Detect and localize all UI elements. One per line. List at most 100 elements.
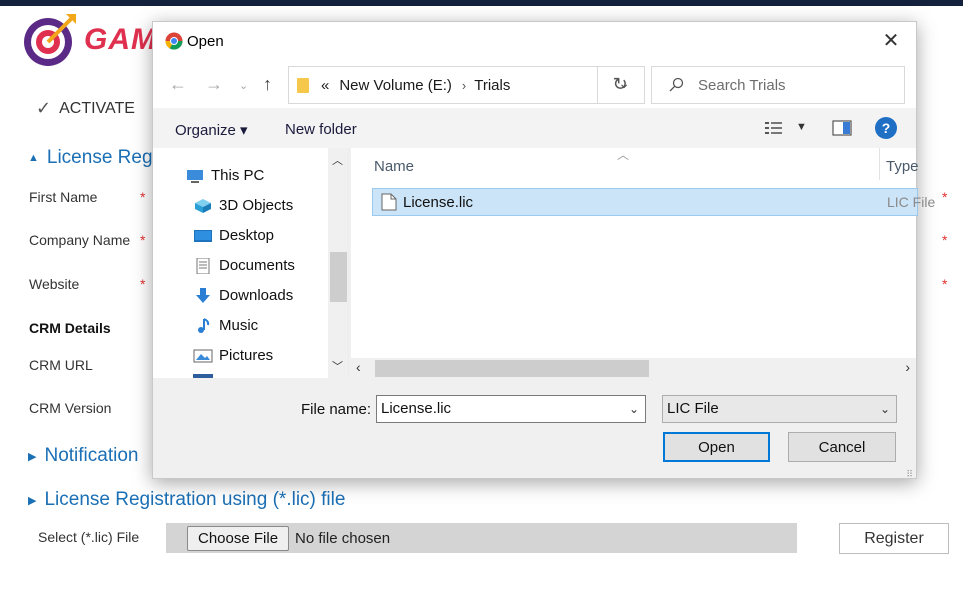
crm-details-heading: CRM Details [29,320,111,336]
company-name-label: Company Name [29,232,131,248]
recent-locations-chevron-icon[interactable]: ⌄ [239,79,248,92]
crm-version-label: CRM Version [29,400,112,416]
help-icon[interactable]: ? [875,117,897,139]
required-mark-right-2: * [942,232,948,248]
breadcrumb-new-volume[interactable]: New Volume (E:) [339,77,452,94]
nav-item-label: Documents [219,257,295,274]
preview-pane-icon[interactable] [832,120,852,136]
dialog-toolbar: Organize ▾ New folder ▼ ? [153,108,916,148]
section-license-registration-label: License Regis [46,147,167,168]
address-overflow[interactable]: « [321,77,329,94]
download-icon [196,287,210,303]
file-type-value: LIC File [667,400,719,417]
nav-item-label: Desktop [219,227,275,244]
column-header-type[interactable]: Type [886,158,919,175]
dialog-title-bar[interactable]: Open ✕ [153,22,916,62]
file-list-pane: ︿ Name Type License.lic LIC File [351,148,935,378]
register-button[interactable]: Register [839,523,949,554]
column-header-name[interactable]: Name [374,158,414,175]
file-type-select[interactable]: LIC File ⌄ [662,395,897,423]
first-name-label: First Name [29,189,98,205]
file-type-dropdown-chevron-icon: ⌄ [879,402,890,416]
file-type: LIC File [887,194,936,210]
horizontal-scrollbar-thumb[interactable] [375,360,649,377]
new-folder-button[interactable]: New folder [285,121,357,138]
section-license-file-label: License Registration using (*.lic) file [44,489,346,510]
desktop-icon [194,229,212,242]
forward-arrow-icon[interactable]: → [205,74,223,95]
open-button[interactable]: Open [663,432,770,462]
expand-triangle-icon: ▶ [28,450,37,463]
nav-item-documents[interactable]: Documents [193,257,295,274]
close-button[interactable]: ✕ [878,30,904,54]
column-divider[interactable] [879,148,880,180]
choose-file-button[interactable]: Choose File [187,525,290,551]
nav-item-pictures[interactable]: Pictures [193,347,273,364]
nav-item-3d-objects[interactable]: 3D Objects [193,197,293,214]
first-name-required-mark: * [140,189,146,205]
file-name-value: License.lic [381,400,452,417]
nav-item-music[interactable]: Music [193,317,258,334]
top-bar [0,0,963,6]
file-row[interactable]: License.lic LIC File [372,188,935,216]
checkmark-icon: ✓ [36,98,52,118]
section-license-file[interactable]: ▶ License Registration using (*.lic) fil… [28,489,345,511]
target-logo-icon [24,14,76,66]
file-list-horizontal-scrollbar[interactable]: ‹ › [351,358,916,378]
company-name-required-mark: * [140,232,146,248]
cancel-button[interactable]: Cancel [788,432,896,462]
scroll-right-arrow-icon[interactable]: › [905,359,910,375]
resize-grip-icon[interactable]: ⠿ [906,470,914,479]
website-label: Website [29,276,80,292]
chrome-icon [165,32,183,50]
refresh-icon: ↻ [612,74,628,94]
partially-hidden-nav-icon [193,374,213,378]
collapse-triangle-icon: ▲ [28,152,39,164]
nav-item-desktop[interactable]: Desktop [193,227,274,244]
section-notification[interactable]: ▶ Notification [28,445,138,467]
section-license-registration[interactable]: ▲ License Regis [28,147,166,169]
required-mark-right-1: * [942,189,948,205]
open-file-dialog: Open ✕ ← → ⌄ ↑ « New Volume (E:) › Trial… [152,21,935,479]
nav-item-this-pc[interactable]: This PC [185,167,264,184]
dialog-title: Open [187,33,224,50]
view-options-icon[interactable] [764,120,784,136]
up-arrow-icon[interactable]: ↑ [263,74,272,95]
nav-item-label: Pictures [219,347,274,364]
nav-item-label: Music [219,317,259,334]
activate-label: ACTIVATE [59,99,135,117]
expand-triangle-icon: ▶ [28,494,37,507]
breadcrumb-separator: › [461,77,467,93]
file-name-label: File name: [301,401,372,418]
lic-file-input[interactable]: Choose File No file chosen [166,523,797,553]
sort-indicator-icon: ︿ [617,148,630,162]
music-icon [198,317,210,333]
refresh-button[interactable]: ↻ [597,66,642,104]
scroll-left-arrow-icon[interactable]: ‹ [356,359,361,375]
address-bar[interactable]: « New Volume (E:) › Trials ⌄ [288,66,645,104]
activate-tab[interactable]: ✓ ACTIVATE [36,98,135,119]
file-name-input[interactable]: License.lic ⌄ [376,395,646,423]
navigation-pane: This PC 3D Objects Desktop Documents Dow… [153,148,349,378]
no-file-chosen-text: No file chosen [295,529,391,547]
crm-url-label: CRM URL [29,357,93,373]
cube-icon [195,198,211,213]
pictures-icon [193,349,213,362]
file-name-dropdown-chevron-icon[interactable]: ⌄ [629,396,639,422]
nav-item-label: Downloads [219,287,294,304]
breadcrumb-trials[interactable]: Trials [474,77,510,94]
address-row: ← → ⌄ ↑ « New Volume (E:) › Trials ⌄ ↻ S… [153,62,916,108]
scroll-up-arrow-icon[interactable]: ︿ [332,152,343,168]
scrollbar-thumb[interactable] [330,252,347,302]
folder-icon [297,77,309,93]
navigation-pane-scrollbar[interactable]: ︿ ﹀ [328,148,348,378]
search-input[interactable]: Search Trials [651,66,905,104]
logo: GAM [22,12,157,68]
scroll-down-arrow-icon[interactable]: ﹀ [332,358,343,374]
organize-menu[interactable]: Organize ▾ [175,121,248,139]
nav-item-label: 3D Objects [219,197,294,214]
view-options-caret-icon[interactable]: ▼ [796,121,807,133]
nav-item-downloads[interactable]: Downloads [193,287,293,304]
select-lic-file-label: Select (*.lic) File [38,529,140,545]
back-arrow-icon[interactable]: ← [169,74,187,95]
